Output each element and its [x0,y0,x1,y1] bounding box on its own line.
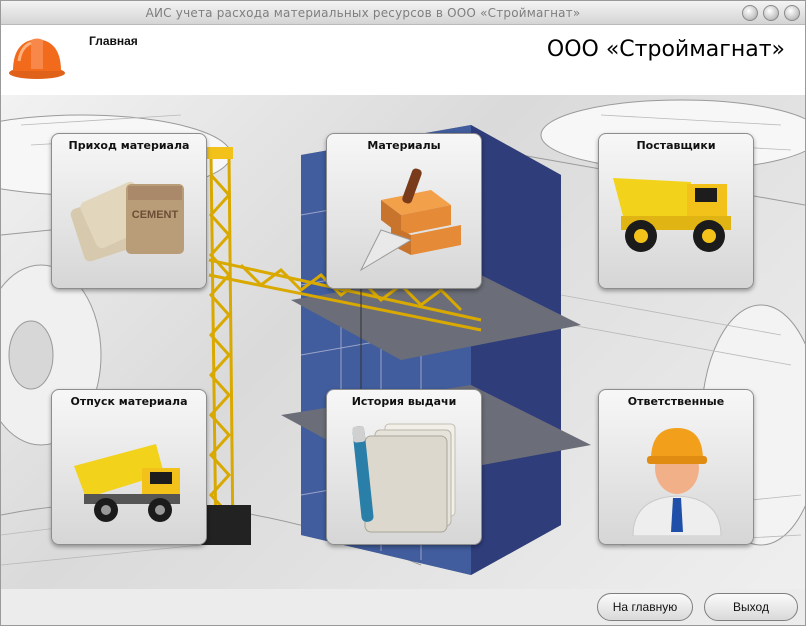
tile-label: Приход материала [68,139,190,152]
tile-suppliers[interactable]: Поставщики [598,133,754,289]
tile-materials[interactable]: Материалы [326,133,482,289]
dump-truck-icon [613,178,731,252]
tile-label: История выдачи [351,395,457,408]
background-scene: Приход материала CEMENT Материалы Постав… [1,95,805,589]
title-bar: АИС учета расхода материальных ресурсов … [1,1,805,25]
maximize-button[interactable] [763,5,779,21]
cement-bags-icon: CEMENT [70,181,184,262]
tile-label: Ответственные [627,395,725,408]
footer-bar: На главную Выход [1,589,805,625]
svg-text:CEMENT: CEMENT [132,209,179,221]
exit-button[interactable]: Выход [704,593,798,621]
tile-responsible[interactable]: Ответственные [598,389,754,545]
page-title: Главная [89,34,138,48]
tile-label: Материалы [367,139,441,152]
app-window: АИС учета расхода материальных ресурсов … [0,0,806,626]
tile-label: Отпуск материала [70,395,188,408]
worker-hardhat-icon [632,428,722,536]
bricks-trowel-icon [359,168,461,272]
home-button[interactable]: На главную [597,593,693,621]
minimize-button[interactable] [742,5,758,21]
tile-label: Поставщики [636,139,716,152]
documents-pen-icon [352,423,456,533]
tile-issue-history[interactable]: История выдачи [326,389,482,545]
hardhat-logo-icon [9,38,65,79]
company-name: ООО «Строймагнат» [546,37,785,62]
dump-truck-tipping-icon [74,444,180,522]
tile-material-issue[interactable]: Отпуск материала [51,389,207,545]
window-title: АИС учета расхода материальных ресурсов … [145,6,581,20]
header: Главная ООО «Строймагнат» [1,25,805,95]
close-button[interactable] [784,5,800,21]
tile-material-income[interactable]: Приход материала CEMENT [51,133,207,289]
